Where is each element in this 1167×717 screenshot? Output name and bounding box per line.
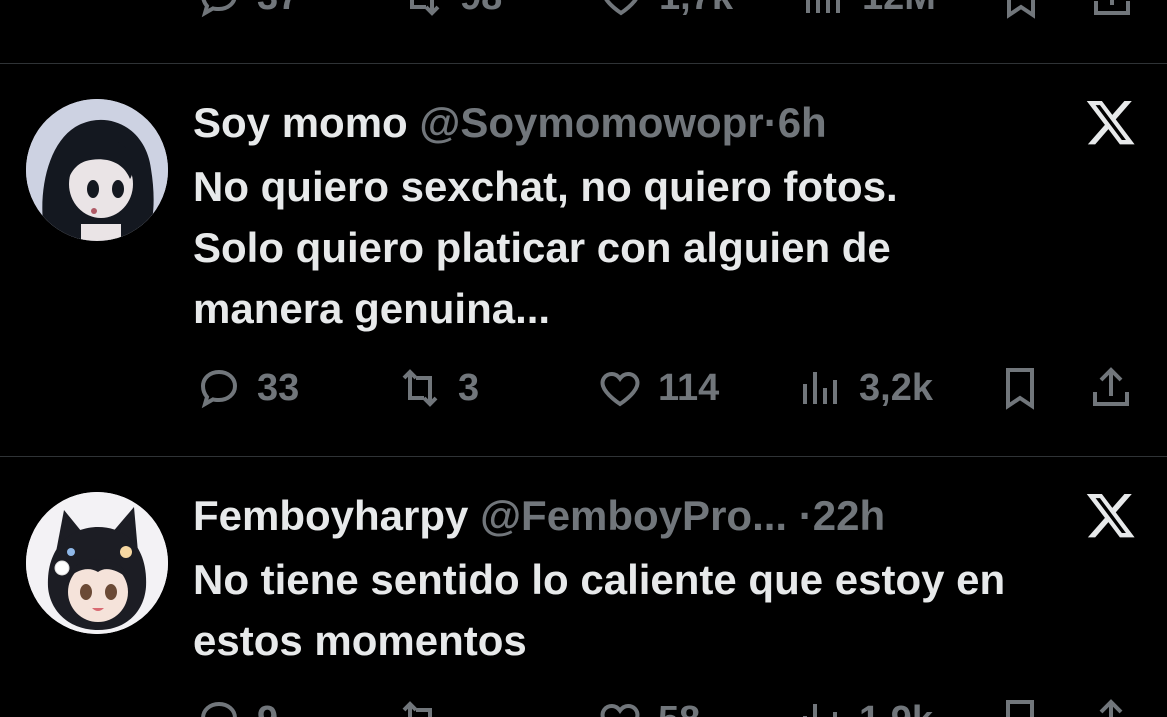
reply-button[interactable]: 33 <box>195 358 299 418</box>
tweet-text-line: No tiene sentido lo caliente que estoy e… <box>193 556 1006 603</box>
reply-count: 37 <box>257 0 299 19</box>
like-count: 114 <box>658 366 720 409</box>
bookmark-button[interactable] <box>997 0 1045 27</box>
reply-icon <box>200 369 238 409</box>
share-icon <box>1094 0 1130 15</box>
view-count: 1,9k <box>859 699 933 717</box>
views-icon <box>803 704 837 717</box>
separator-dot: · <box>798 492 813 539</box>
tweet-text: No tiene sentido lo caliente que estoy e… <box>193 549 1143 671</box>
avatar-image <box>26 492 168 634</box>
user-handle[interactable]: @Soymomowopr <box>419 99 763 146</box>
tweet-actions: 9 58 1,9k <box>0 690 1167 717</box>
bookmark-button[interactable] <box>996 690 1044 717</box>
retweet-icon <box>402 369 438 407</box>
timestamp[interactable]: 22h <box>813 492 885 539</box>
heart-icon <box>600 703 640 717</box>
tweet[interactable]: Soy momo @Soymomowopr·6h No quiero sexch… <box>0 64 1167 456</box>
retweet-button[interactable]: 98 <box>398 0 502 27</box>
tweet[interactable]: Femboyharpy @FemboyPro... ·22h No tiene … <box>0 457 1167 717</box>
bookmark-icon <box>1006 700 1034 717</box>
share-button[interactable] <box>1088 0 1136 27</box>
previous-tweet-actions: 37 98 1,7k 12M <box>0 0 1167 22</box>
reply-icon <box>201 701 237 717</box>
separator-dot: · <box>763 99 778 146</box>
tweet-text-line: estos momentos <box>193 617 527 664</box>
heart-icon <box>600 371 640 407</box>
reply-icon <box>201 0 237 18</box>
user-handle[interactable]: @FemboyPro... <box>480 492 787 539</box>
avatar-image <box>26 99 168 241</box>
retweet-count: 3 <box>458 366 480 409</box>
reply-count: 33 <box>257 366 300 409</box>
retweet-icon <box>410 0 440 16</box>
tweet-text-line: Solo quiero platicar con alguien de <box>193 224 891 271</box>
x-logo-icon <box>1086 100 1135 145</box>
share-button[interactable] <box>1087 358 1135 418</box>
bookmark-icon <box>1007 0 1035 19</box>
avatar[interactable] <box>26 492 168 634</box>
bookmark-button[interactable] <box>996 358 1044 418</box>
tweet-text: No quiero sexchat, no quiero fotos. Solo… <box>193 156 1143 339</box>
views-button[interactable]: 12M <box>800 0 936 27</box>
timestamp[interactable]: 6h <box>778 99 827 146</box>
like-count: 1,7k <box>659 0 733 19</box>
view-count: 3,2k <box>859 366 933 409</box>
tweet-header: Femboyharpy @FemboyPro... ·22h <box>193 491 885 541</box>
reply-button[interactable]: 37 <box>195 0 299 27</box>
bookmark-icon <box>1006 368 1034 410</box>
tweet-actions: 33 3 114 3,2k <box>0 358 1167 418</box>
views-button[interactable]: 3,2k <box>797 358 933 418</box>
retweet-button[interactable] <box>396 690 458 717</box>
display-name[interactable]: Soy momo <box>193 99 408 146</box>
tweet-header: Soy momo @Soymomowopr·6h <box>193 98 827 148</box>
like-count: 58 <box>658 699 700 717</box>
reply-button[interactable]: 9 <box>195 690 278 717</box>
views-icon <box>806 0 840 13</box>
retweet-button[interactable]: 3 <box>396 358 479 418</box>
timeline-feed: 37 98 1,7k 12M <box>0 0 1167 717</box>
like-button[interactable]: 58 <box>596 690 700 717</box>
retweet-count: 98 <box>460 0 502 19</box>
share-button[interactable] <box>1087 690 1135 717</box>
views-button[interactable]: 1,9k <box>797 690 933 717</box>
heart-icon <box>604 0 638 16</box>
tweet-text-line: No quiero sexchat, no quiero fotos. <box>193 163 898 210</box>
views-icon <box>803 372 837 404</box>
tweet-text-line: manera genuina... <box>193 285 551 332</box>
reply-count: 9 <box>257 699 278 717</box>
x-logo-icon <box>1086 493 1135 538</box>
share-icon <box>1099 699 1123 717</box>
retweet-icon <box>402 701 432 717</box>
like-button[interactable]: 114 <box>596 358 719 418</box>
view-count: 12M <box>862 0 936 19</box>
display-name[interactable]: Femboyharpy <box>193 492 468 539</box>
like-button[interactable]: 1,7k <box>597 0 733 27</box>
share-icon <box>1093 367 1129 406</box>
avatar[interactable] <box>26 99 168 241</box>
